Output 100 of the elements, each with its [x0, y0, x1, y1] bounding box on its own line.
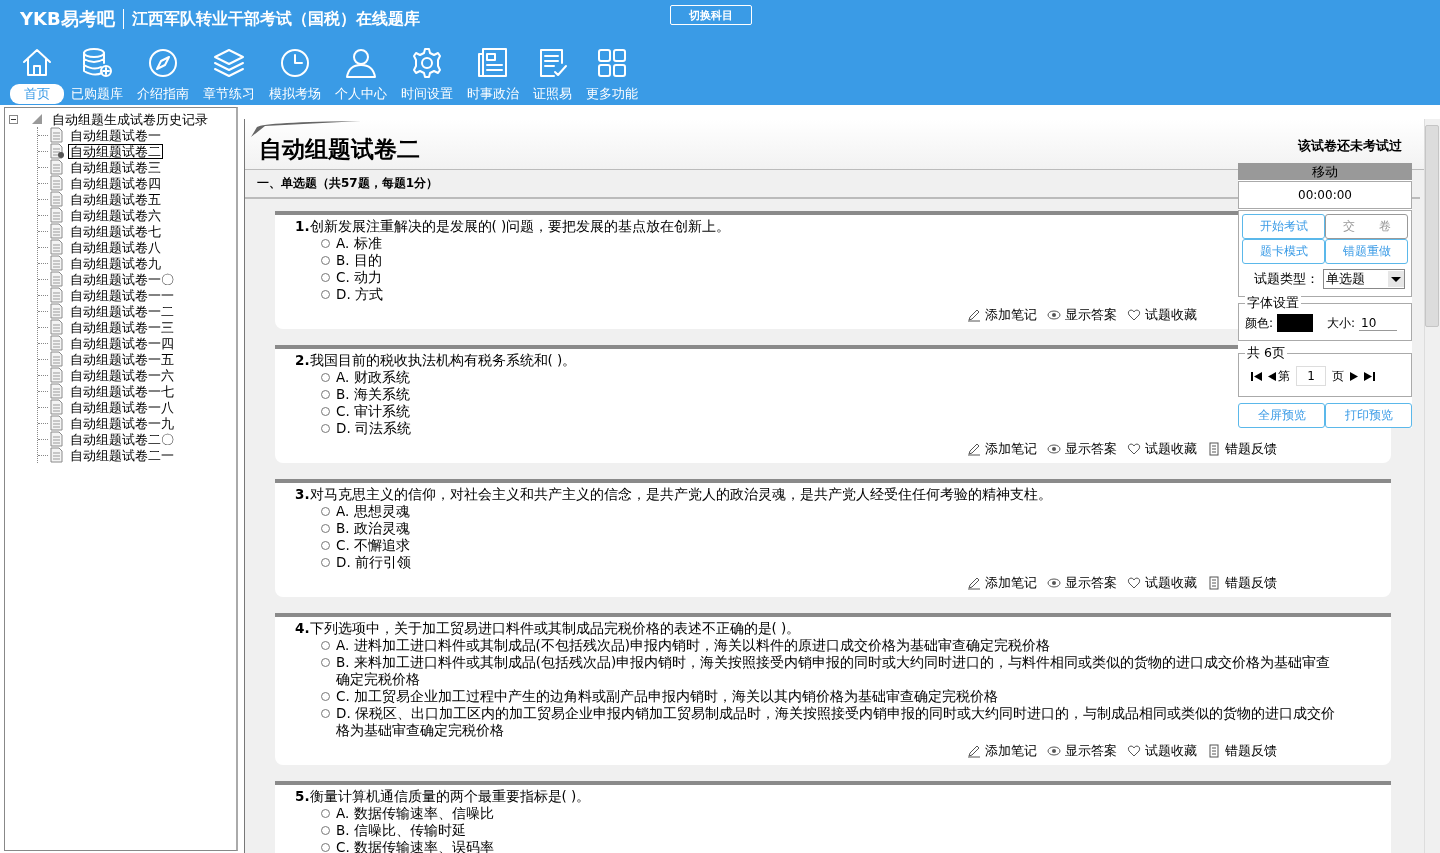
scrollbar[interactable] — [1424, 119, 1440, 853]
action-link[interactable]: 添加笔记 — [967, 441, 1037, 457]
option-label[interactable]: C. 动力 — [336, 269, 382, 286]
layers-icon[interactable] — [212, 46, 246, 80]
question-text: 2.我国目前的税收执法机构有税务系统和( )。 — [295, 351, 577, 369]
option-label[interactable]: B. 信噪比、传输时延 — [336, 822, 466, 839]
first-page-icon[interactable] — [1251, 371, 1262, 381]
action-link[interactable]: 试题收藏 — [1127, 743, 1197, 759]
document-icon — [50, 223, 64, 239]
tree-item[interactable]: 自动组题试卷二一 — [68, 447, 176, 463]
tree-item[interactable]: 自动组题试卷六 — [68, 207, 163, 223]
collapse-toggle-icon[interactable] — [9, 114, 18, 124]
pencil-icon — [967, 442, 981, 456]
question-text: 4.下列选项中，关于加工贸易进口料件或其制成品完税价格的表述不正确的是( )。 — [295, 619, 801, 637]
action-link[interactable]: 试题收藏 — [1127, 575, 1197, 591]
last-page-icon[interactable] — [1364, 371, 1375, 381]
tree-item[interactable]: 自动组题试卷一七 — [68, 383, 176, 399]
timer: 00:00:00 — [1238, 181, 1412, 209]
tree-item[interactable]: 自动组题试卷一八 — [68, 399, 176, 415]
option-label[interactable]: A. 标准 — [336, 235, 382, 252]
document-icon — [1207, 744, 1221, 758]
action-link[interactable]: 添加笔记 — [967, 307, 1037, 323]
tree-item[interactable]: 自动组题试卷一四 — [68, 335, 176, 351]
option-label[interactable]: B. 政治灵魂 — [336, 520, 410, 537]
page-label: 页 — [1332, 367, 1344, 385]
option-label[interactable]: C. 审计系统 — [336, 403, 410, 420]
document-icon — [50, 447, 64, 463]
action-link[interactable]: 添加笔记 — [967, 743, 1037, 759]
gear-icon[interactable] — [410, 46, 444, 80]
option-label[interactable]: A. 数据传输速率、信噪比 — [336, 805, 494, 822]
tree-item[interactable]: 自动组题试卷四 — [68, 175, 163, 191]
option-label[interactable]: C. 不懈追求 — [336, 537, 410, 554]
option-label[interactable]: C. 加工贸易企业加工过程中产生的边角料或副产品申报内销时，海关以其内销价格为基础审查确定完税价格 — [336, 688, 998, 705]
option-label[interactable]: B. 来料加工进口料件或其制成品(包括残次品)申报内销时，海关按照接受内销申报的同时或大约同时进口的，与料件相同或类似的货物的进口成交价格为基础审查确定完税价格 — [336, 654, 1336, 688]
size-field[interactable]: 10 — [1359, 315, 1398, 331]
tree-item[interactable]: 自动组题试卷一九 — [68, 415, 176, 431]
document-icon — [50, 351, 64, 367]
page-label: 第 — [1278, 367, 1290, 385]
tree-item[interactable]: 自动组题试卷一一 — [68, 287, 176, 303]
user-icon[interactable] — [344, 46, 378, 80]
tree-item[interactable]: 自动组题试卷一六 — [68, 367, 176, 383]
tree-item[interactable]: 自动组题试卷一三 — [68, 319, 176, 335]
type-label: 试题类型： — [1254, 270, 1319, 288]
option-label[interactable]: D. 方式 — [336, 286, 383, 303]
compass-icon[interactable] — [146, 46, 180, 80]
heart-icon — [1127, 308, 1141, 322]
action-link[interactable]: 添加笔记 — [967, 575, 1037, 591]
action-link[interactable]: 显示答案 — [1047, 307, 1117, 323]
option-label[interactable]: A. 思想灵魂 — [336, 503, 410, 520]
eye-icon — [1047, 442, 1061, 456]
document-icon — [50, 287, 64, 303]
page-field[interactable]: 1 — [1296, 366, 1326, 386]
clock-icon[interactable] — [278, 46, 312, 80]
document-icon — [1207, 442, 1221, 456]
database-icon[interactable] — [80, 46, 114, 80]
tree-item[interactable]: 自动组题试卷一二 — [68, 303, 176, 319]
tree-item[interactable]: 自动组题试卷一〇 — [68, 271, 176, 287]
option-label[interactable]: B. 目的 — [336, 252, 382, 269]
previous-page-icon[interactable] — [1268, 371, 1276, 381]
option-label[interactable]: A. 进料加工进口料件或其制成品(不包括残次品)申报内销时，海关以料件的原进口成交价格为基础审查确定完税价格 — [336, 637, 1051, 654]
action-link[interactable]: 错题反馈 — [1207, 441, 1277, 457]
option-label[interactable]: D. 保税区、出口加工区内的加工贸易企业申报内销加工贸易制成品时，海关按照接受内销申报的同时或大约同时进口的，与制成品相同或类似的货物的进口成交价格为基础审查确定完税价格 — [336, 705, 1336, 739]
tree-item[interactable]: 自动组题试卷二 — [68, 143, 163, 159]
paper-title: 自动组题试卷二 — [259, 135, 420, 164]
document-icon — [50, 303, 64, 319]
action-link[interactable]: 试题收藏 — [1127, 307, 1197, 323]
document-icon — [1207, 576, 1221, 590]
newspaper-icon[interactable] — [476, 46, 510, 80]
type-dropdown[interactable]: 单选题 — [1323, 269, 1405, 289]
option-label[interactable]: D. 前行引领 — [336, 554, 411, 571]
heart-icon — [1127, 576, 1141, 590]
tree-item[interactable]: 自动组题试卷一 — [68, 127, 163, 143]
tree-item[interactable]: 自动组题试卷九 — [68, 255, 163, 271]
action-link[interactable]: 显示答案 — [1047, 441, 1117, 457]
eye-icon — [1047, 308, 1061, 322]
action-link[interactable]: 显示答案 — [1047, 743, 1117, 759]
document-pin-icon — [50, 143, 64, 159]
tree-root-label[interactable]: 自动组题生成试卷历史记录 — [50, 111, 210, 127]
action-link[interactable]: 错题反馈 — [1207, 743, 1277, 759]
next-page-icon[interactable] — [1350, 371, 1358, 381]
tree-item[interactable]: 自动组题试卷一五 — [68, 351, 176, 367]
grid-icon[interactable] — [595, 46, 629, 80]
exam-status: 该试卷还未考试过 — [1298, 138, 1402, 155]
tree-item[interactable]: 自动组题试卷三 — [68, 159, 163, 175]
action-link[interactable]: 试题收藏 — [1127, 441, 1197, 457]
option-label[interactable]: B. 海关系统 — [336, 386, 410, 403]
document-icon — [50, 207, 64, 223]
tree-item[interactable]: 自动组题试卷二〇 — [68, 431, 176, 447]
action-link[interactable]: 显示答案 — [1047, 575, 1117, 591]
color-swatch[interactable] — [1277, 314, 1314, 332]
action-link[interactable]: 错题反馈 — [1207, 575, 1277, 591]
tree-item[interactable]: 自动组题试卷七 — [68, 223, 163, 239]
document-icon — [50, 431, 64, 447]
tree-item[interactable]: 自动组题试卷八 — [68, 239, 163, 255]
panel-header[interactable]: 移动 — [1238, 163, 1412, 180]
document-icon — [50, 383, 64, 399]
size-label: 大小: — [1327, 314, 1356, 332]
option-label[interactable]: A. 财政系统 — [336, 369, 410, 386]
tree-item[interactable]: 自动组题试卷五 — [68, 191, 163, 207]
option-label[interactable]: D. 司法系统 — [336, 420, 411, 437]
